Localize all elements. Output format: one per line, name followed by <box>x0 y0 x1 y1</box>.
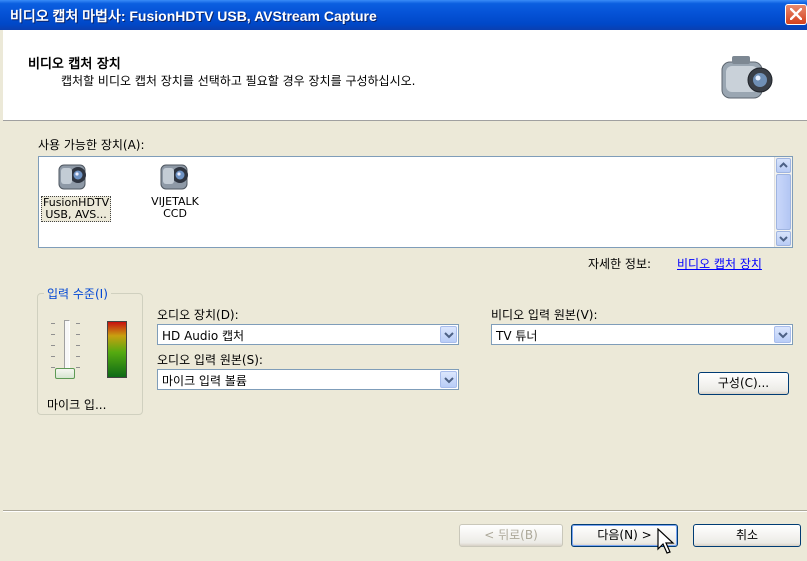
page-subtitle: 캡처할 비디오 캡처 장치를 선택하고 필요할 경우 장치를 구성하십시오. <box>61 74 416 88</box>
device-list-scrollbar[interactable] <box>774 157 792 247</box>
video-source-value: TV 튜너 <box>496 329 538 343</box>
chevron-up-icon <box>779 162 788 168</box>
details-label: 자세한 정보: <box>588 257 652 271</box>
audio-source-value: 마이크 입력 볼륨 <box>162 374 247 388</box>
device-list[interactable]: FusionHDTV USB, AVS... VIJETALK CCD <box>38 156 793 248</box>
close-button[interactable] <box>785 4 807 25</box>
device-name: VIJETALK CCD <box>151 195 199 220</box>
capture-wizard-window: 비디오 캡처 마법사: FusionHDTV USB, AVStream Cap… <box>0 0 807 561</box>
video-source-dropdown-button[interactable] <box>774 326 791 343</box>
video-camera-icon <box>721 56 773 99</box>
input-level-caption: 마이크 입... <box>47 398 107 412</box>
title-bar[interactable]: 비디오 캡처 마법사: FusionHDTV USB, AVStream Cap… <box>0 0 807 30</box>
scroll-thumb[interactable] <box>776 174 791 230</box>
audio-device-dropdown-button[interactable] <box>440 326 457 343</box>
devices-label: 사용 가능한 장치(A): <box>38 138 145 152</box>
back-button[interactable]: < 뒤로(B) <box>459 524 563 547</box>
audio-source-label: 오디오 입력 원본(S): <box>157 353 263 367</box>
webcam-icon <box>58 164 86 190</box>
device-item-vijetalk[interactable]: VIJETALK CCD <box>143 161 207 220</box>
cancel-button[interactable]: 취소 <box>693 524 801 547</box>
mouse-cursor-icon <box>657 528 675 554</box>
configure-button[interactable]: 구성(C)... <box>698 372 789 395</box>
video-capture-device-link[interactable]: 비디오 캡처 장치 <box>677 255 762 272</box>
close-icon <box>790 8 802 20</box>
wizard-header: 비디오 캡처 장치 캡처할 비디오 캡처 장치를 선택하고 필요할 경우 장치를… <box>3 30 807 121</box>
chevron-down-icon <box>444 332 454 339</box>
input-level-slider-thumb[interactable] <box>55 368 75 379</box>
scroll-down-button[interactable] <box>776 231 791 246</box>
video-source-label: 비디오 입력 원본(V): <box>491 308 598 322</box>
chevron-down-icon <box>779 236 788 242</box>
input-level-label: 입력 수준(I) <box>44 285 111 302</box>
audio-source-select[interactable]: 마이크 입력 볼륨 <box>157 369 459 390</box>
webcam-icon <box>160 164 188 190</box>
device-name: FusionHDTV USB, AVS... <box>41 196 112 222</box>
chevron-down-icon <box>778 332 788 339</box>
window-title: 비디오 캡처 마법사: FusionHDTV USB, AVStream Cap… <box>10 8 377 24</box>
audio-source-dropdown-button[interactable] <box>440 371 457 388</box>
audio-device-select[interactable]: HD Audio 캡처 <box>157 324 459 345</box>
page-title: 비디오 캡처 장치 <box>28 57 121 72</box>
input-level-meter <box>107 321 127 378</box>
audio-device-label: 오디오 장치(D): <box>157 308 239 322</box>
audio-device-value: HD Audio 캡처 <box>162 329 245 343</box>
footer-divider <box>3 510 807 512</box>
chevron-down-icon <box>444 377 454 384</box>
scroll-up-button[interactable] <box>776 158 791 173</box>
device-item-fusionhdtv[interactable]: FusionHDTV USB, AVS... <box>41 161 112 222</box>
video-source-select[interactable]: TV 튜너 <box>491 324 793 345</box>
